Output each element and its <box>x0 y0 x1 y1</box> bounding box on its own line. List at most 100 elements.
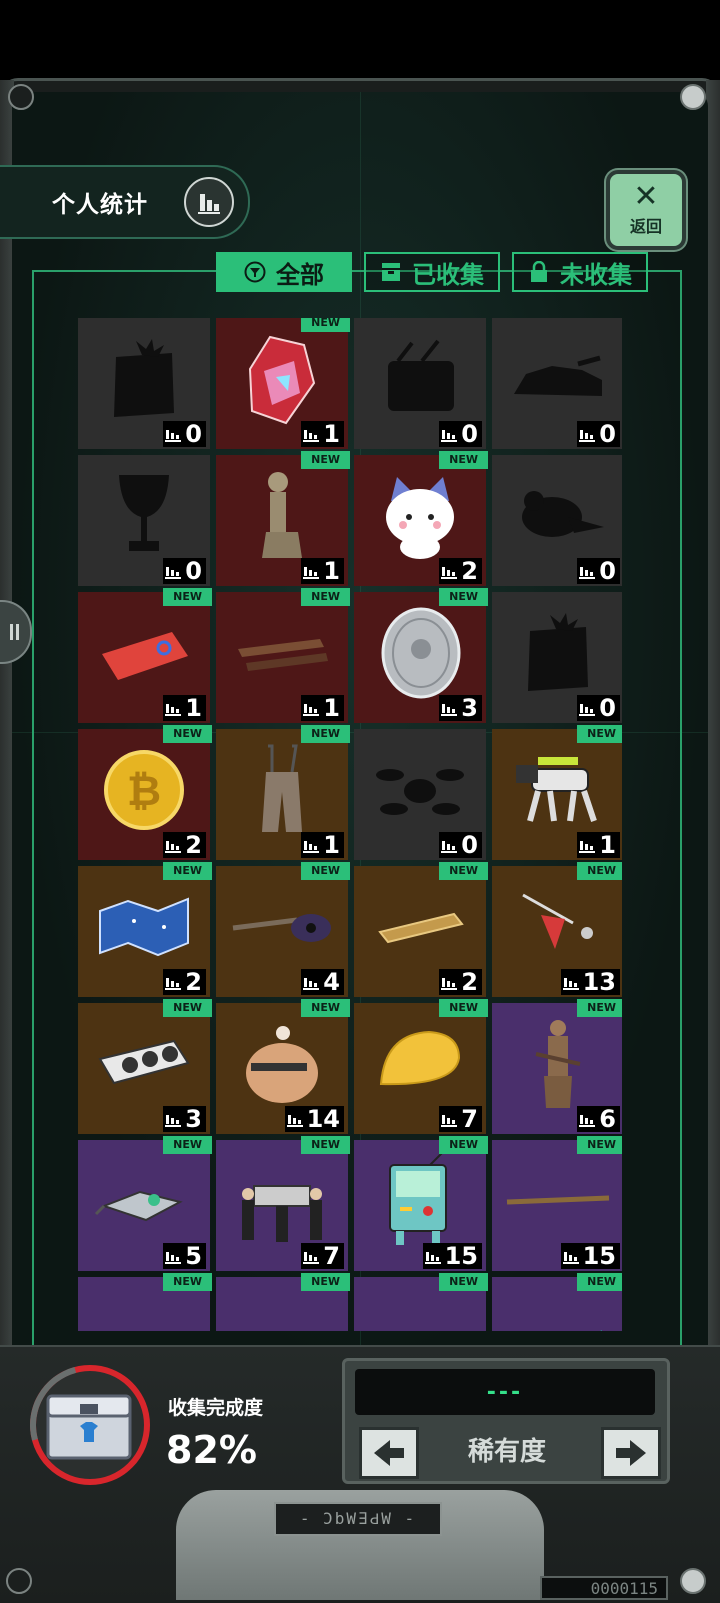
item-cell-cheese[interactable]: NEW 7 <box>354 999 488 1134</box>
item-count: 0 <box>577 695 620 721</box>
new-badge: NEW <box>163 1273 212 1291</box>
item-cell-silhouette-crate-plant[interactable]: 0 <box>78 318 210 449</box>
item-cell-silhouette-creature[interactable]: 0 <box>492 455 622 586</box>
bar-chart-icon <box>562 978 579 990</box>
bar-chart-icon <box>165 704 182 716</box>
item-cell-chick-toy[interactable]: NEW 14 <box>216 999 350 1134</box>
item-cell-silver-coin[interactable]: NEW 3 <box>354 588 488 723</box>
bar-chart-icon <box>579 430 596 442</box>
nameplate-text: - ƆbW∃ԀW - <box>299 1509 417 1528</box>
item-count: 1 <box>301 695 344 721</box>
car-silhouette-icon <box>508 344 608 418</box>
new-badge: NEW <box>163 862 212 880</box>
item-cell-spinning-top[interactable]: NEW 13 <box>492 862 622 997</box>
item-cell-pallbearers[interactable]: NEW 7 <box>216 1136 350 1271</box>
bar-chart-icon <box>165 841 182 853</box>
item-cell-terracotta-warrior[interactable]: NEW 6 <box>492 999 622 1134</box>
item-count-value: 7 <box>461 1105 478 1133</box>
cheese-icon <box>375 1024 465 1108</box>
filter-icon <box>244 261 266 283</box>
tab-all[interactable]: 全部 <box>216 252 352 292</box>
new-badge: NEW <box>301 1273 350 1291</box>
new-badge: NEW <box>439 588 488 606</box>
item-count-value: 2 <box>461 557 478 585</box>
statue-icon <box>252 466 312 570</box>
rarity-next-button[interactable] <box>601 1427 661 1479</box>
bolt-icon <box>8 84 34 110</box>
item-count: 15 <box>560 1243 620 1269</box>
new-badge: NEW <box>577 999 622 1017</box>
bolt-icon <box>680 1568 706 1594</box>
item-cell-star-map[interactable]: NEW 2 <box>78 862 212 997</box>
item-cell-stone-statue[interactable]: NEW 1 <box>216 451 350 586</box>
grip-icon <box>10 624 19 640</box>
bar-chart-icon <box>303 430 320 442</box>
item-count: 1 <box>301 832 344 858</box>
item-cell-bitcoin[interactable]: NEW ₿ 2 <box>78 725 212 860</box>
new-badge: NEW <box>577 725 622 743</box>
item-count: 0 <box>439 832 482 858</box>
item-count: 0 <box>163 558 206 584</box>
bar-chart-icon <box>303 567 320 579</box>
pallbearers-icon <box>232 1156 332 1250</box>
silver-coin-icon <box>375 605 465 705</box>
new-badge: NEW <box>301 999 350 1017</box>
item-cell-gadget[interactable]: NEW 5 <box>78 1136 212 1271</box>
new-badge: NEW <box>439 1136 488 1154</box>
item-cell-silhouette-drone[interactable]: 0 <box>354 729 486 860</box>
tab-uncollected[interactable]: 未收集 <box>512 252 648 292</box>
new-badge: NEW <box>301 862 350 880</box>
gpu-icon <box>94 1029 194 1103</box>
bar-chart-icon <box>303 1252 320 1264</box>
item-count: 4 <box>301 969 344 995</box>
item-cell-silhouette-crate-plant-2[interactable]: 0 <box>492 592 622 723</box>
gadget-icon <box>94 1166 194 1240</box>
item-cell-item-30[interactable]: NEW <box>216 1273 350 1331</box>
rarity-prev-button[interactable] <box>359 1427 419 1479</box>
item-cell-rainbow-crystal[interactable]: NEW 1 <box>216 318 350 449</box>
item-count: 7 <box>439 1106 482 1132</box>
item-cell-silhouette-goblet[interactable]: 0 <box>78 455 210 586</box>
item-count-value: 1 <box>185 694 202 722</box>
item-cell-wooden-sticks[interactable]: NEW 1 <box>216 588 350 723</box>
new-badge: NEW <box>439 999 488 1017</box>
item-cell-wand[interactable]: NEW 15 <box>492 1136 622 1271</box>
item-cell-robot-dog[interactable]: NEW 1 <box>492 725 622 860</box>
goblet-silhouette-icon <box>109 471 179 565</box>
item-cell-bmo-robot[interactable]: NEW 15 <box>354 1136 488 1271</box>
item-cell-graphics-card[interactable]: NEW 3 <box>78 999 212 1134</box>
right-bezel <box>706 80 720 1370</box>
personal-stats-panel[interactable]: 个人统计 <box>0 165 250 239</box>
item-cell-overalls[interactable]: NEW 1 <box>216 725 350 860</box>
bar-chart-icon <box>303 704 320 716</box>
tab-collected[interactable]: 已收集 <box>364 252 500 292</box>
item-cell-silhouette-car[interactable]: 0 <box>492 318 622 449</box>
arrow-right-icon <box>616 1440 646 1466</box>
drone-silhouette-icon <box>370 755 470 829</box>
wand-icon <box>503 1186 613 1220</box>
new-badge: NEW <box>163 1136 212 1154</box>
back-button[interactable]: ✕ 返回 <box>606 170 686 250</box>
bolt-icon <box>680 84 706 110</box>
item-count-value: 2 <box>185 831 202 859</box>
item-cell-guitar[interactable]: NEW 4 <box>216 862 350 997</box>
stats-chart-button[interactable] <box>184 177 234 227</box>
item-cell-gold-phone[interactable]: NEW 2 <box>354 862 488 997</box>
item-grid: 0 NEW 1 0 0 0 NEW 1 NEW 2 0 NEW 1 NEW 1 NEW 3 0 NEW ₿ 2 NEW 1 0… <box>78 318 622 1331</box>
new-badge: NEW <box>301 588 350 606</box>
item-cell-cat-plush[interactable]: NEW 2 <box>354 451 488 586</box>
bar-chart-icon <box>198 194 220 214</box>
item-cell-metro-card[interactable]: NEW 1 <box>78 588 212 723</box>
item-count: 1 <box>163 695 206 721</box>
new-badge: NEW <box>439 862 488 880</box>
bar-chart-icon <box>579 841 596 853</box>
item-cell-item-32[interactable]: NEW <box>492 1273 622 1331</box>
item-count-value: 7 <box>323 1242 340 1270</box>
item-cell-item-31[interactable]: NEW <box>354 1273 488 1331</box>
item-count-value: 0 <box>185 420 202 448</box>
item-cell-silhouette-radio[interactable]: 0 <box>354 318 486 449</box>
radio-silhouette-icon <box>378 337 462 425</box>
sticks-icon <box>232 623 332 687</box>
bar-chart-icon <box>165 1252 182 1264</box>
item-cell-item-29[interactable]: NEW <box>78 1273 212 1331</box>
